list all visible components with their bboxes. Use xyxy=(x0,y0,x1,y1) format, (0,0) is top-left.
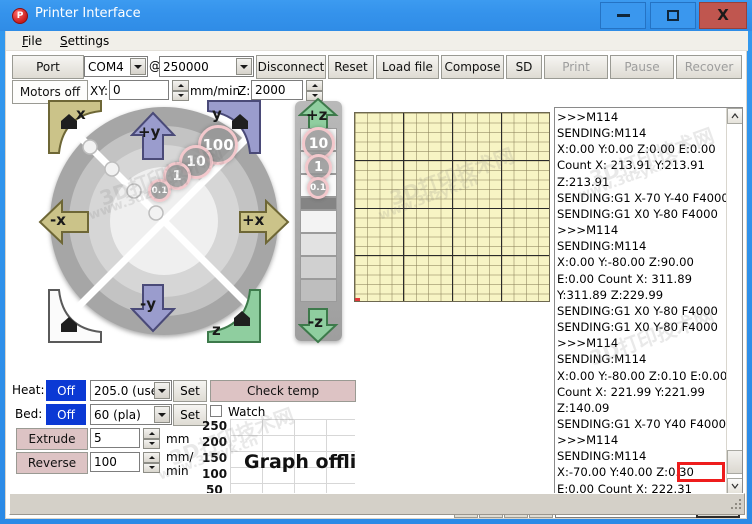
home-all-button[interactable] xyxy=(47,288,103,344)
baud-select[interactable]: 250000 xyxy=(159,56,254,77)
minimize-button[interactable] xyxy=(600,2,646,29)
close-button[interactable]: X xyxy=(699,2,747,29)
z-feedrate-label: Z: xyxy=(238,84,251,98)
heat-state-toggle[interactable]: Off xyxy=(46,380,86,401)
application-window: P Printer Interface X File Settings Port… xyxy=(0,0,752,524)
reset-button[interactable]: Reset xyxy=(328,55,374,79)
log-scrollbar[interactable] xyxy=(726,108,742,494)
bed-target-select[interactable]: 60 (pla) xyxy=(90,404,172,425)
menu-item-settings[interactable]: Settings xyxy=(54,34,115,48)
menu-file-rest: ile xyxy=(28,34,43,48)
load-file-button[interactable]: Load file xyxy=(376,55,439,79)
reverse-button[interactable]: Reverse xyxy=(16,452,88,474)
jog-minus-y-label: -y xyxy=(140,295,157,313)
print-button[interactable]: Print xyxy=(544,55,608,79)
bed-target-value: 60 (pla) xyxy=(94,407,141,422)
reverse-stepper[interactable] xyxy=(143,452,160,473)
home-y-label: y xyxy=(212,105,222,123)
menu-bar: File Settings xyxy=(6,31,748,51)
heat-label: Heat: xyxy=(12,383,45,397)
z-segment-d[interactable] xyxy=(300,279,337,302)
port-button[interactable]: Port xyxy=(12,55,84,79)
watch-label: Watch xyxy=(228,405,266,419)
sd-button[interactable]: SD xyxy=(506,55,542,79)
z-feedrate-input[interactable]: 2000 xyxy=(251,80,303,100)
extrude-stepper[interactable] xyxy=(143,428,160,449)
port-select-value: COM4 xyxy=(88,59,124,74)
chevron-down-icon[interactable] xyxy=(236,58,252,75)
chevron-down-icon xyxy=(731,483,739,489)
home-x-label: x xyxy=(76,105,86,123)
print-bed-grid[interactable] xyxy=(354,112,550,302)
reverse-units-line1: mm/ xyxy=(166,450,194,464)
printer-app-icon: P xyxy=(12,8,28,24)
serial-log-panel[interactable]: >>>M114 SENDING:M114 X:0.00 Y:0.00 Z:0.0… xyxy=(554,107,743,495)
home-z-label: z xyxy=(212,321,221,339)
xy-feedrate-label: XY: xyxy=(90,84,108,98)
jog-plus-z-label: +z xyxy=(306,106,328,124)
extrude-units-label: mm xyxy=(166,432,190,446)
stepper-down-icon[interactable] xyxy=(143,438,160,449)
heat-set-button[interactable]: Set xyxy=(173,380,207,402)
jog-dial: +y -y +x -x x y z 100 10 1 0.1 xyxy=(20,99,310,344)
recover-button[interactable]: Recover xyxy=(676,55,742,79)
chevron-down-icon[interactable] xyxy=(154,406,170,423)
minimize-icon xyxy=(616,14,630,17)
resize-grip[interactable] xyxy=(728,499,742,513)
stepper-up-icon[interactable] xyxy=(172,80,189,91)
bed-state-toggle[interactable]: Off xyxy=(46,404,86,425)
chevron-down-icon[interactable] xyxy=(154,382,170,399)
jog-minus-z-label: -z xyxy=(308,313,323,331)
disconnect-button[interactable]: Disconnect xyxy=(256,55,326,79)
bed-origin-marker xyxy=(355,298,360,301)
heat-target-select[interactable]: 205.0 (use xyxy=(90,380,172,401)
jog-minus-x-label: -x xyxy=(50,211,66,229)
stepper-up-icon[interactable] xyxy=(143,428,160,439)
maximize-button[interactable] xyxy=(650,2,696,29)
jog-distance-01[interactable]: 0.1 xyxy=(148,179,171,202)
jog-plus-y-label: +y xyxy=(138,123,161,141)
xy-feedrate-stepper[interactable] xyxy=(172,80,189,101)
reverse-speed-input[interactable]: 100 xyxy=(90,452,140,472)
baud-select-value: 250000 xyxy=(163,59,209,74)
z-segment-b[interactable] xyxy=(300,233,337,256)
client-area: File Settings Port COM4 @ 250000 Disconn… xyxy=(5,31,748,519)
stepper-up-icon[interactable] xyxy=(143,452,160,463)
check-temp-button[interactable]: Check temp xyxy=(210,380,356,402)
graph-offline-label: Graph offline xyxy=(244,451,355,473)
port-select[interactable]: COM4 xyxy=(84,56,148,77)
heat-target-value: 205.0 (use xyxy=(94,383,159,398)
home-x-button[interactable] xyxy=(47,99,103,155)
close-icon: X xyxy=(717,6,729,24)
z-segment-c[interactable] xyxy=(300,256,337,279)
scroll-thumb[interactable] xyxy=(727,450,742,474)
menu-settings-rest: ettings xyxy=(67,34,110,48)
window-title: Printer Interface xyxy=(35,6,141,21)
feedrate-units-label: mm/min xyxy=(190,84,241,98)
z-distance-01[interactable]: 0.1 xyxy=(307,177,329,199)
status-bar xyxy=(9,493,745,515)
menu-item-file[interactable]: File xyxy=(16,34,48,48)
z-segment-a[interactable] xyxy=(300,210,337,233)
stepper-down-icon[interactable] xyxy=(143,462,160,473)
stepper-up-icon[interactable] xyxy=(306,80,323,91)
xy-feedrate-input[interactable]: 0 xyxy=(109,80,169,100)
reverse-units-line2: min xyxy=(166,464,189,478)
maximize-icon xyxy=(667,10,679,21)
scroll-down-button[interactable] xyxy=(727,478,742,494)
chevron-down-icon[interactable] xyxy=(130,58,146,75)
watch-checkbox[interactable] xyxy=(210,405,222,417)
compose-button[interactable]: Compose xyxy=(441,55,504,79)
scroll-up-button[interactable] xyxy=(727,108,742,124)
chevron-up-icon xyxy=(731,113,739,119)
z-jog-bar: +z 10 1 0.1 -z xyxy=(295,97,342,344)
pause-button[interactable]: Pause xyxy=(610,55,674,79)
title-bar: P Printer Interface X xyxy=(0,0,752,31)
jog-plus-x-label: +x xyxy=(242,211,265,229)
extrude-amount-input[interactable]: 5 xyxy=(90,428,140,448)
extrude-button[interactable]: Extrude xyxy=(16,428,88,450)
serial-log-text: >>>M114 SENDING:M114 X:0.00 Y:0.00 Z:0.0… xyxy=(557,110,729,495)
bed-label: Bed: xyxy=(15,407,43,421)
